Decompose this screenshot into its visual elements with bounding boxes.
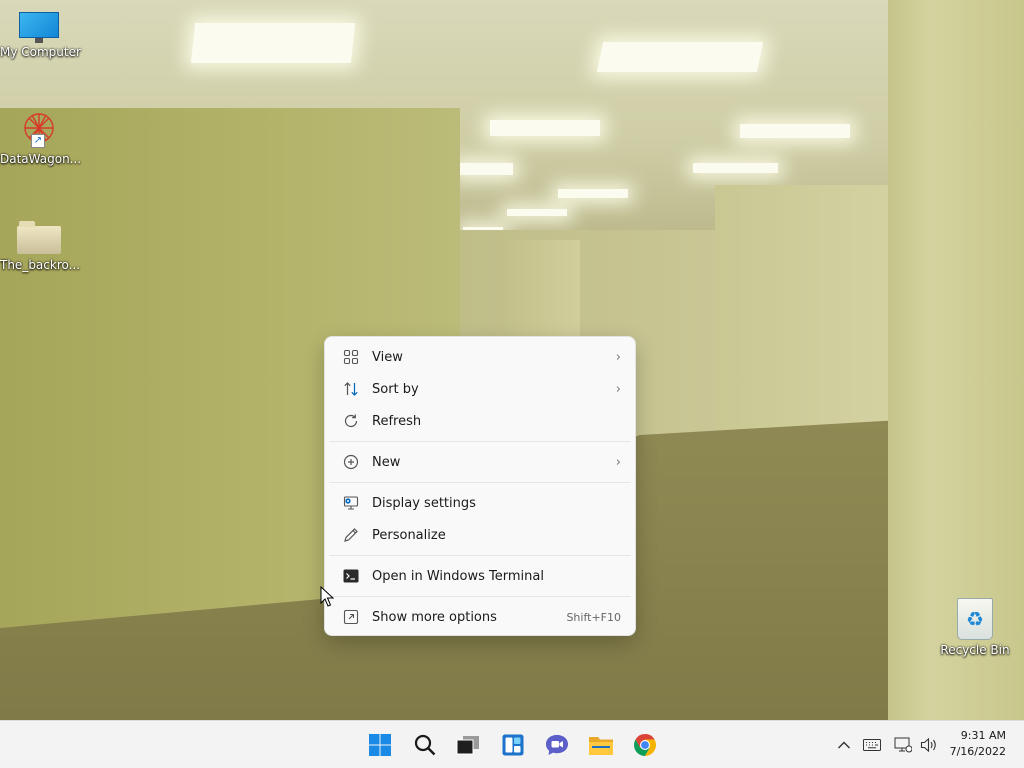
volume-icon — [920, 737, 936, 753]
plus-circle-icon — [341, 452, 361, 472]
menu-item-label: Display settings — [372, 495, 476, 511]
volume-button[interactable] — [918, 733, 940, 757]
start-icon — [369, 734, 391, 756]
desktop-icon-backrooms-file[interactable]: The_backro... — [0, 221, 81, 272]
ceiling-light — [558, 189, 628, 198]
menu-separator — [329, 555, 631, 556]
desktop-icon-label: The_backro... — [0, 258, 81, 272]
monitor-icon — [19, 12, 59, 43]
menu-item-personalize[interactable]: Personalize — [329, 519, 631, 551]
network-icon — [894, 737, 912, 753]
desktop-context-menu: View › Sort by › Refresh New › Display s… — [324, 336, 636, 636]
task-view-icon — [456, 736, 479, 755]
display-settings-icon — [341, 493, 361, 513]
chat-icon — [546, 735, 568, 755]
refresh-icon — [341, 411, 361, 431]
task-view-button[interactable] — [453, 730, 483, 760]
chevron-right-icon: › — [615, 349, 621, 365]
taskbar: 9:31 AM 7/16/2022 — [0, 720, 1024, 768]
clock-time: 9:31 AM — [960, 729, 1006, 742]
menu-item-label: Refresh — [372, 413, 422, 429]
chevron-right-icon: › — [615, 381, 621, 397]
chevron-up-icon — [838, 741, 850, 749]
sort-icon — [341, 379, 361, 399]
search-icon — [414, 734, 436, 756]
chevron-right-icon: › — [615, 454, 621, 470]
keyboard-shortcut-label: Shift+F10 — [566, 610, 621, 624]
network-button[interactable] — [892, 733, 914, 757]
start-button[interactable] — [365, 730, 395, 760]
menu-item-show-more-options[interactable]: Show more options Shift+F10 — [329, 601, 631, 633]
menu-item-display-settings[interactable]: Display settings — [329, 487, 631, 519]
menu-item-label: Personalize — [372, 527, 446, 543]
ceiling-light — [190, 23, 356, 63]
menu-item-label: Open in Windows Terminal — [372, 568, 544, 584]
taskbar-clock[interactable]: 9:31 AM 7/16/2022 — [950, 728, 1006, 760]
chrome-icon — [634, 734, 656, 756]
menu-item-label: View — [372, 349, 403, 365]
file-explorer-button[interactable] — [586, 730, 616, 760]
pen-icon — [341, 525, 361, 545]
menu-item-open-terminal[interactable]: Open in Windows Terminal — [329, 560, 631, 592]
desktop-icon-datawagon[interactable]: ↗ DataWagon... — [0, 108, 82, 166]
clock-date: 7/16/2022 — [949, 745, 1006, 758]
keyboard-button[interactable] — [861, 733, 883, 757]
desktop-icon-label: My Computer — [0, 45, 81, 59]
wallpaper-pillar — [505, 240, 580, 350]
shortcut-arrow-icon: ↗ — [31, 134, 45, 148]
menu-item-label: Show more options — [372, 609, 497, 625]
search-button[interactable] — [410, 730, 440, 760]
ceiling-light — [490, 120, 600, 136]
desktop-icon-my-computer[interactable]: My Computer — [0, 12, 81, 59]
terminal-icon — [341, 566, 361, 586]
recycle-bin-icon: ♻ — [957, 598, 993, 640]
ceiling-light — [596, 42, 764, 72]
wallpaper-wall-block — [715, 185, 895, 435]
ceiling-light — [507, 209, 567, 216]
widgets-button[interactable] — [498, 730, 528, 760]
datawagon-app-icon: ↗ — [17, 108, 61, 148]
menu-item-sort-by[interactable]: Sort by › — [329, 373, 631, 405]
show-hidden-icons-button[interactable] — [835, 733, 853, 757]
more-options-icon — [341, 607, 361, 627]
ceiling-light — [740, 124, 850, 138]
chat-button[interactable] — [542, 730, 572, 760]
ceiling-light — [693, 163, 778, 173]
widgets-icon — [502, 734, 524, 756]
image-file-icon — [17, 221, 61, 254]
menu-separator — [329, 596, 631, 597]
desktop-icon-label: DataWagon... — [0, 152, 82, 166]
file-explorer-icon — [589, 737, 613, 755]
menu-item-refresh[interactable]: Refresh — [329, 405, 631, 437]
desktop-icon-recycle-bin[interactable]: ♻ Recycle Bin — [936, 598, 1014, 657]
desktop-icon-label: Recycle Bin — [940, 643, 1010, 657]
chrome-button[interactable] — [630, 730, 660, 760]
menu-item-label: Sort by — [372, 381, 419, 397]
menu-item-new[interactable]: New › — [329, 446, 631, 478]
menu-item-label: New — [372, 454, 401, 470]
menu-separator — [329, 482, 631, 483]
menu-item-view[interactable]: View › — [329, 341, 631, 373]
ceiling-light — [458, 163, 513, 175]
mouse-cursor-icon — [320, 585, 335, 612]
menu-separator — [329, 441, 631, 442]
keyboard-icon — [863, 739, 881, 751]
grid-icon — [341, 347, 361, 367]
